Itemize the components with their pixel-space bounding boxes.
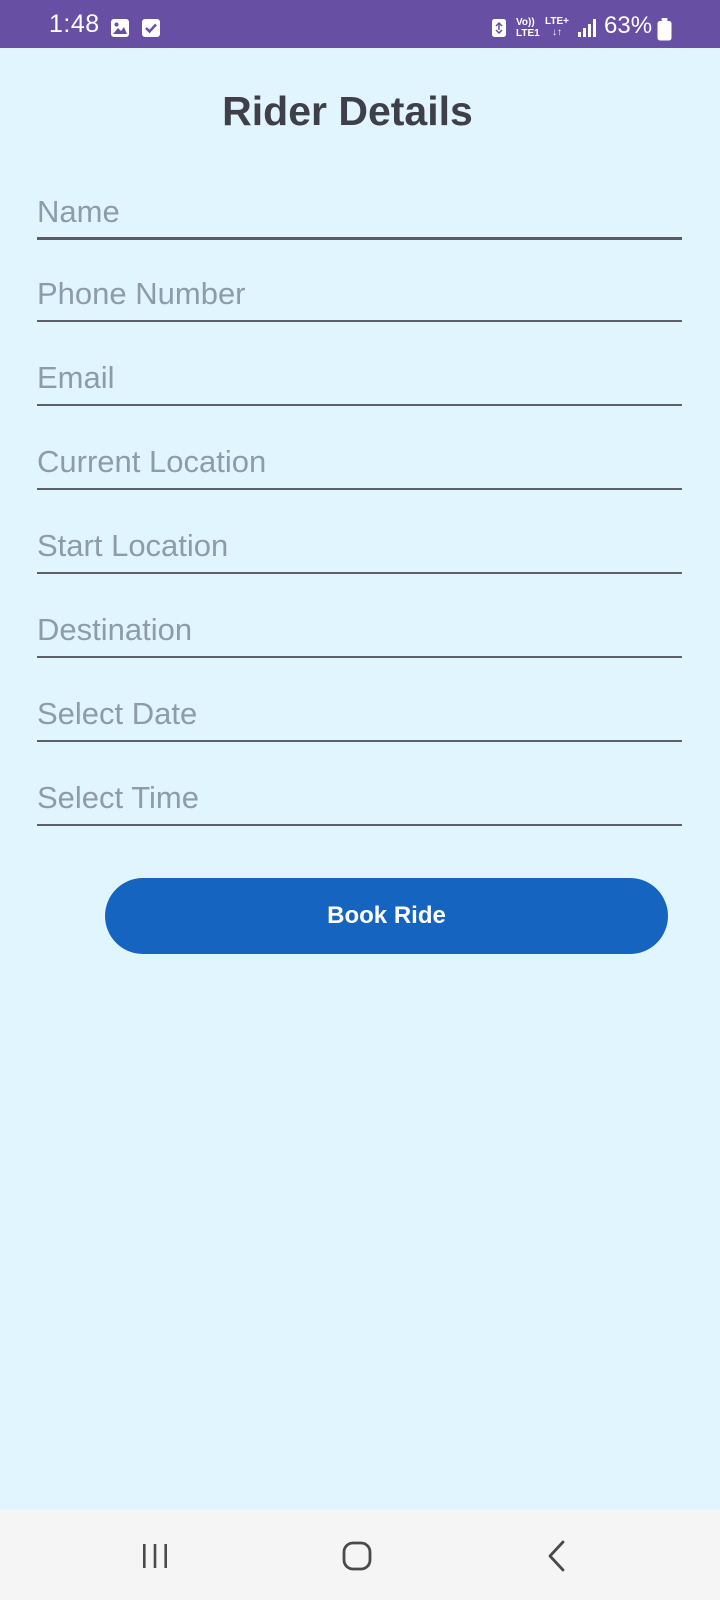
destination-underline [37, 656, 682, 658]
select-date-field[interactable] [37, 686, 682, 742]
select-date-underline [37, 740, 682, 742]
phone-number-input[interactable] [37, 266, 682, 322]
battery-percent: 63% [604, 12, 653, 39]
gallery-icon [111, 19, 129, 37]
recents-icon [143, 1544, 167, 1568]
signal-icon [578, 19, 596, 37]
select-date-input[interactable] [37, 686, 682, 742]
select-time-input[interactable] [37, 770, 682, 826]
home-button[interactable] [327, 1530, 387, 1582]
status-time: 1:48 [49, 10, 100, 38]
book-ride-button[interactable]: Book Ride [105, 878, 668, 954]
recents-button[interactable] [125, 1530, 185, 1582]
select-time-underline [37, 824, 682, 826]
lte-label: LTE+ [545, 16, 569, 27]
email-field[interactable] [37, 350, 682, 406]
recycle-icon [492, 19, 506, 37]
lte1-label: LTE1 [516, 28, 540, 39]
name-field[interactable] [37, 184, 682, 240]
volte-label: Vo)) [516, 17, 535, 28]
select-time-field[interactable] [37, 770, 682, 826]
page-title: Rider Details [222, 88, 473, 134]
lte-arrows: ↓↑ [551, 27, 562, 38]
email-underline [37, 404, 682, 406]
volte-indicator: Vo)) LTE1 [516, 17, 540, 39]
current-location-input[interactable] [37, 434, 682, 490]
phone-number-underline [37, 320, 682, 322]
battery-icon [657, 18, 672, 41]
destination-field[interactable] [37, 602, 682, 658]
phone-number-field[interactable] [37, 266, 682, 322]
start-location-input[interactable] [37, 518, 682, 574]
back-button[interactable] [527, 1530, 587, 1582]
start-location-underline [37, 572, 682, 574]
lte-indicator: LTE+ ↓↑ [545, 16, 569, 38]
home-icon [342, 1541, 372, 1571]
current-location-underline [37, 488, 682, 490]
name-underline [37, 237, 682, 240]
name-input[interactable] [37, 184, 682, 240]
status-bar: 1:48 Vo)) LTE1 LTE+ ↓↑ 63% [0, 0, 720, 48]
current-location-field[interactable] [37, 434, 682, 490]
check-icon [142, 19, 160, 37]
start-location-field[interactable] [37, 518, 682, 574]
destination-input[interactable] [37, 602, 682, 658]
email-input[interactable] [37, 350, 682, 406]
navigation-bar [0, 1510, 720, 1600]
back-icon [548, 1540, 565, 1572]
